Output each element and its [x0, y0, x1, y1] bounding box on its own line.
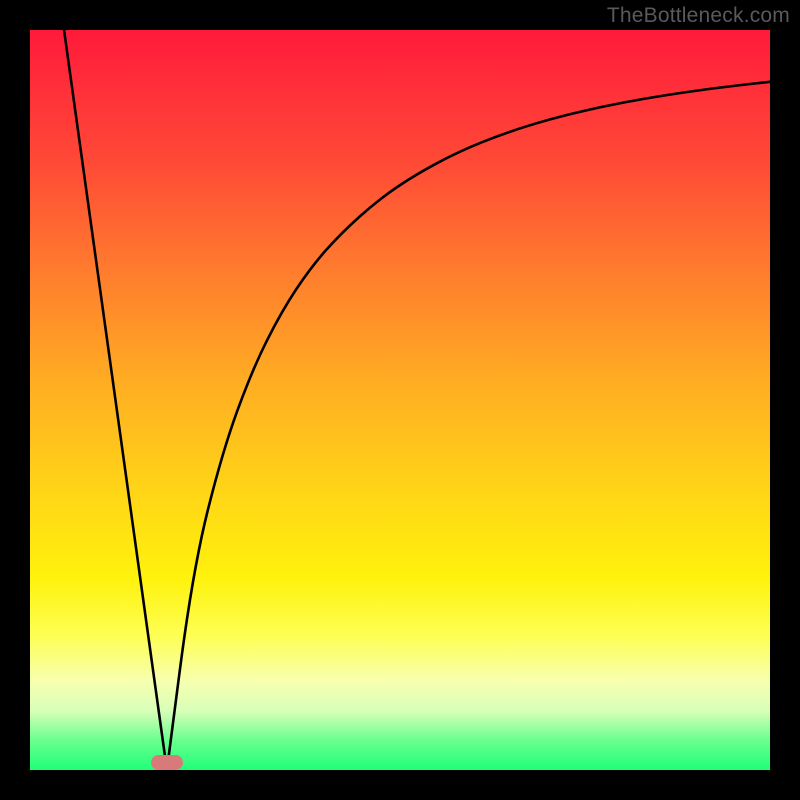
attribution-text: TheBottleneck.com — [607, 4, 790, 28]
curve-path — [64, 30, 770, 770]
curve-layer — [30, 30, 770, 770]
minimum-marker — [151, 755, 183, 770]
plot-area — [30, 30, 770, 770]
chart-frame: TheBottleneck.com — [0, 0, 800, 800]
